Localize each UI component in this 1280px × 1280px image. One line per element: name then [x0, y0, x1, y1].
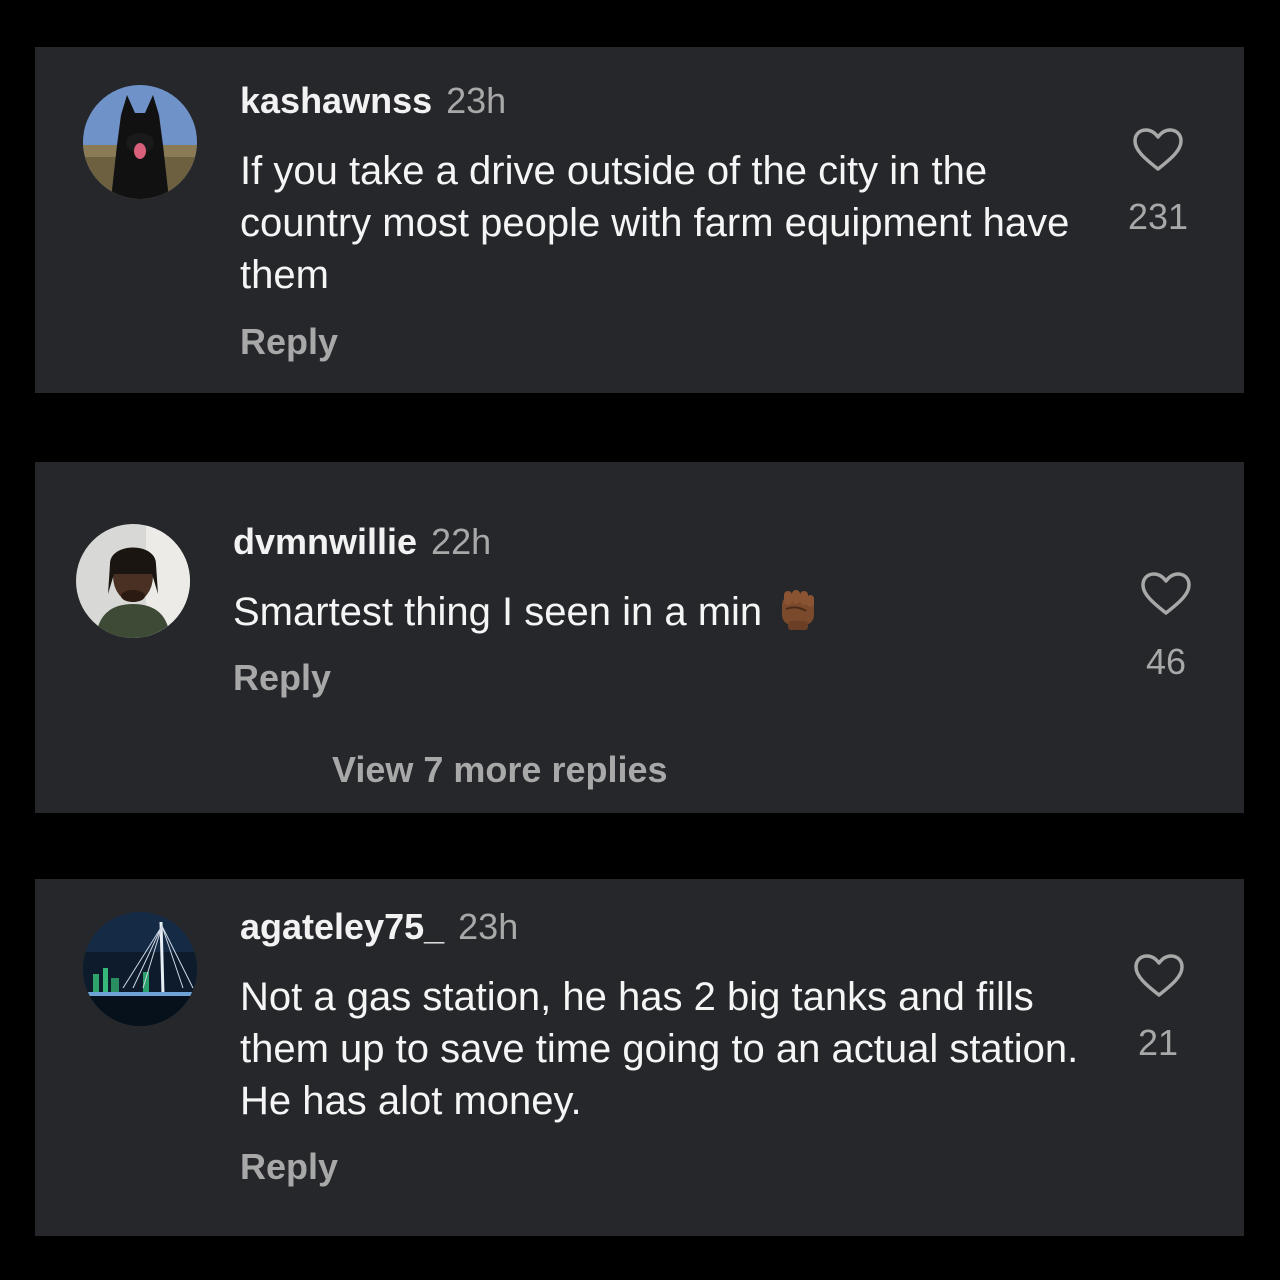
- comment-text: Smartest thing I seen in a min: [233, 590, 763, 634]
- comment-header: dvmnwillie 22h: [233, 522, 491, 562]
- comment-header: agateley75_ 23h: [240, 907, 518, 947]
- avatar[interactable]: [83, 912, 197, 1026]
- view-more-replies-button[interactable]: View 7 more replies: [332, 750, 668, 790]
- dog-avatar-image: [83, 85, 197, 199]
- like-count: 21: [1137, 1022, 1179, 1063]
- raised-fist-icon: [776, 587, 820, 631]
- person-avatar-image: [76, 524, 190, 638]
- username[interactable]: kashawnss: [240, 80, 432, 121]
- comment-text-row: Smartest thing I seen in a min: [233, 586, 820, 638]
- city-bridge-avatar-image: [83, 912, 197, 1026]
- timestamp: 23h: [446, 80, 507, 121]
- avatar[interactable]: [83, 85, 197, 199]
- avatar[interactable]: [76, 524, 190, 638]
- timestamp: 22h: [431, 521, 492, 562]
- comment-text: Not a gas station, he has 2 big tanks an…: [240, 975, 1079, 1123]
- comment-card: kashawnss 23h If you take a drive outside…: [35, 47, 1244, 393]
- username[interactable]: dvmnwillie: [233, 521, 417, 562]
- timestamp: 23h: [458, 906, 519, 947]
- reply-button[interactable]: Reply: [240, 1147, 338, 1187]
- like-count: 46: [1145, 641, 1187, 682]
- reply-button[interactable]: Reply: [240, 322, 338, 362]
- username[interactable]: agateley75_: [240, 906, 444, 947]
- reply-button[interactable]: Reply: [233, 658, 331, 698]
- heart-outline-icon[interactable]: [1140, 571, 1192, 617]
- comment-text: If you take a drive outside of the city …: [240, 149, 1070, 297]
- comment-card: dvmnwillie 22h Smartest thing I seen in a…: [35, 462, 1244, 813]
- heart-outline-icon[interactable]: [1132, 127, 1184, 173]
- like-count: 231: [1127, 196, 1189, 237]
- heart-outline-icon[interactable]: [1133, 953, 1185, 999]
- comment-card: agateley75_ 23h Not a gas station, he has…: [35, 879, 1244, 1236]
- comment-header: kashawnss 23h: [240, 81, 506, 121]
